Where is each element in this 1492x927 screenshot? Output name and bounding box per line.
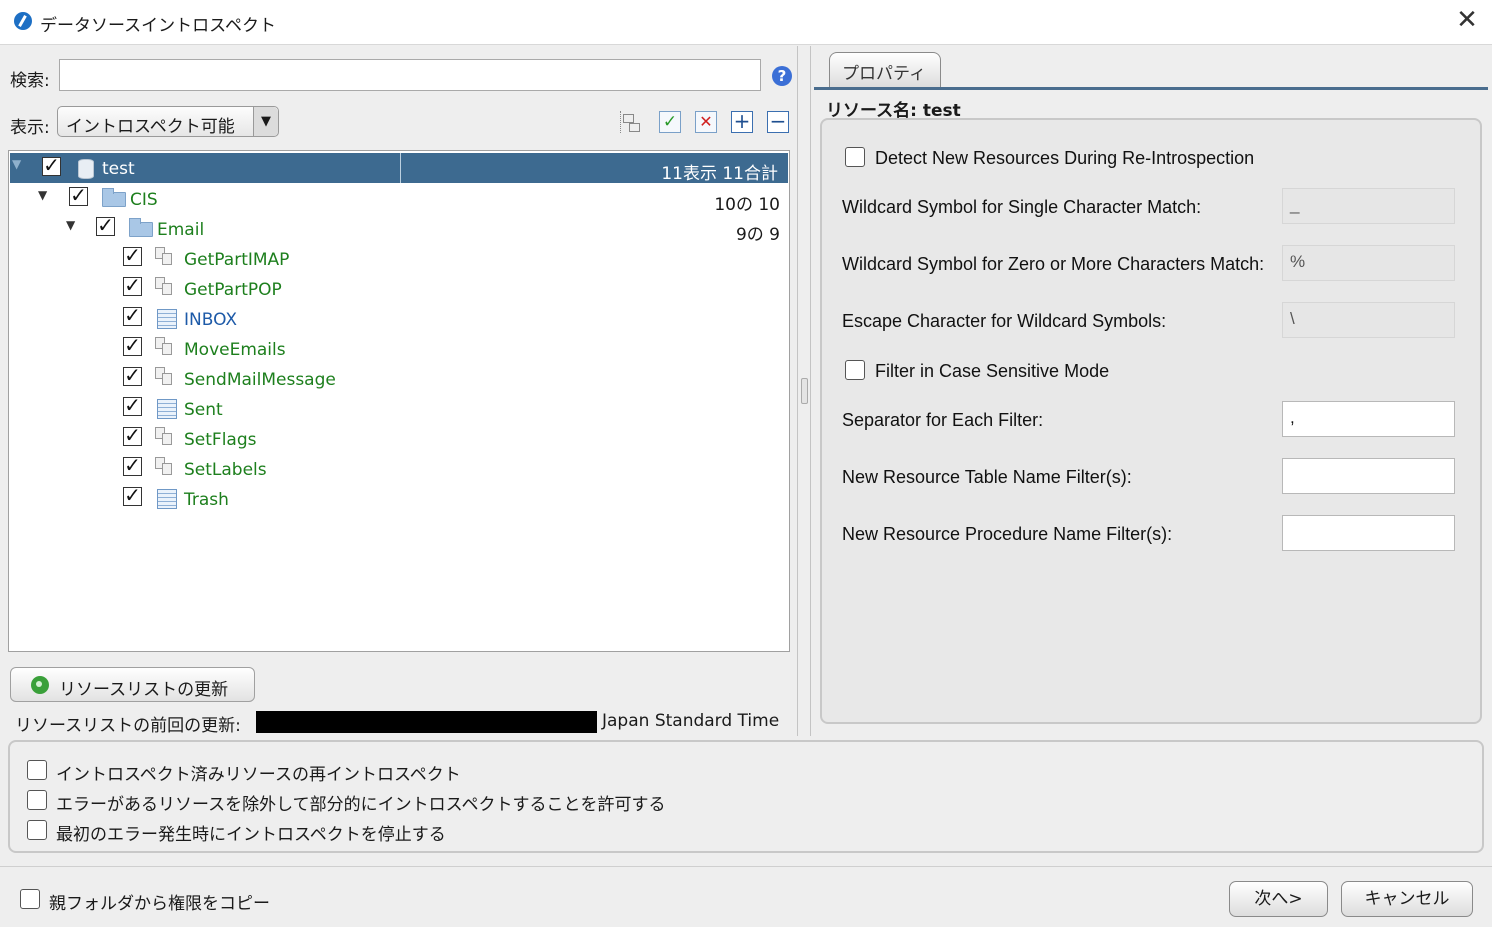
procedure-filter-label: New Resource Procedure Name Filter(s): [842, 524, 1173, 544]
divider [0, 866, 1492, 867]
tree-label-cis[interactable]: CIS [130, 190, 158, 210]
column-divider [400, 153, 401, 183]
splitter-line [797, 46, 798, 736]
tree-label-item[interactable]: Trash [184, 490, 229, 510]
folder-icon [102, 188, 126, 207]
escape-char-field: \ [1282, 302, 1455, 338]
refresh-resource-list-button[interactable]: リソースリストの更新 [10, 667, 255, 702]
tree-checkbox-item[interactable]: ✓ [123, 425, 142, 446]
wildcard-single-label: Wildcard Symbol for Single Character Mat… [842, 197, 1202, 217]
tree-label-item[interactable]: GetPartPOP [184, 280, 282, 300]
splitter-handle[interactable] [801, 378, 808, 404]
case-sensitive-label: Filter in Case Sensitive Mode [875, 361, 1110, 381]
splitter-line [810, 46, 811, 736]
procedure-icon [155, 427, 177, 449]
table-icon [157, 489, 177, 509]
table-icon [157, 309, 177, 329]
collapse-all-icon[interactable]: − [767, 111, 789, 133]
tree-checkbox-item[interactable]: ✓ [123, 485, 142, 506]
tree-structure-icon[interactable] [620, 111, 642, 133]
procedure-filter-field[interactable] [1282, 515, 1455, 551]
window-title: データソースイントロスペクト [40, 16, 276, 36]
tree-checkbox-item[interactable]: ✓ [123, 335, 142, 356]
tree-checkbox-item[interactable]: ✓ [123, 365, 142, 386]
wildcard-single-field: _ [1282, 188, 1455, 224]
escape-char-label: Escape Character for Wildcard Symbols: [842, 311, 1167, 331]
table-icon [157, 399, 177, 419]
partial-introspect-checkbox[interactable] [27, 790, 47, 810]
wildcard-multi-field: % [1282, 245, 1455, 281]
database-icon [78, 159, 94, 179]
tab-properties[interactable]: プロパティ [829, 52, 941, 88]
tree-checkbox-root[interactable]: ✓ [42, 155, 61, 176]
table-filter-field[interactable] [1282, 458, 1455, 494]
tab-underline [814, 87, 1488, 90]
case-sensitive-checkbox[interactable] [845, 360, 865, 380]
tree-label-item[interactable]: SendMailMessage [184, 370, 336, 390]
tree-checkbox-item[interactable]: ✓ [123, 455, 142, 476]
view-label: 表示: [10, 118, 50, 138]
chevron-down-icon[interactable]: ▼ [253, 107, 278, 136]
tree-checkbox-item[interactable]: ✓ [123, 245, 142, 266]
cancel-button[interactable]: キャンセル [1341, 881, 1473, 917]
next-button[interactable]: 次へ> [1229, 881, 1328, 917]
view-select-value: イントロスペクト可能 [66, 117, 235, 137]
tree-checkbox-item[interactable]: ✓ [123, 395, 142, 416]
expanded-icon[interactable]: ▼ [38, 188, 47, 202]
wildcard-multi-label: Wildcard Symbol for Zero or More Charact… [842, 254, 1265, 274]
title-bar: データソースイントロスペクト ✕ [0, 0, 1492, 45]
tree-checkbox-item[interactable]: ✓ [123, 305, 142, 326]
copy-permissions-label: 親フォルダから権限をコピー [49, 894, 270, 914]
separator-field[interactable]: , [1282, 401, 1455, 437]
procedure-icon [155, 367, 177, 389]
tree-count-root: 11表示 11合計 [661, 164, 778, 184]
last-update-label: リソースリストの前回の更新: [15, 716, 241, 736]
reintrospect-checkbox[interactable] [27, 760, 47, 780]
separator-label: Separator for Each Filter: [842, 410, 1044, 430]
close-icon[interactable]: ✕ [1455, 7, 1479, 33]
tree-label-item[interactable]: Sent [184, 400, 223, 420]
stop-on-error-label: 最初のエラー発生時にイントロスペクトを停止する [56, 825, 446, 845]
detect-new-checkbox[interactable] [845, 147, 865, 167]
search-input[interactable] [59, 59, 761, 91]
tree-label-item[interactable]: SetFlags [184, 430, 256, 450]
folder-icon [129, 218, 153, 237]
refresh-icon [31, 676, 49, 694]
tree-label-email[interactable]: Email [157, 220, 204, 240]
reintrospect-label: イントロスペクト済みリソースの再イントロスペクト [56, 765, 461, 785]
expanded-icon[interactable]: ▼ [12, 157, 21, 171]
redacted-timestamp [256, 711, 597, 733]
copy-permissions-checkbox[interactable] [20, 889, 40, 909]
expanded-icon[interactable]: ▼ [66, 218, 75, 232]
procedure-icon [155, 337, 177, 359]
tree-label-item[interactable]: SetLabels [184, 460, 267, 480]
app-icon [14, 12, 32, 30]
tree-label-item[interactable]: MoveEmails [184, 340, 286, 360]
tree-label-item[interactable]: INBOX [184, 310, 237, 330]
tree-checkbox-email[interactable]: ✓ [96, 215, 115, 236]
table-filter-label: New Resource Table Name Filter(s): [842, 467, 1132, 487]
tree-label-root: test [102, 159, 135, 179]
timezone-label: Japan Standard Time [602, 711, 780, 731]
help-icon[interactable]: ? [772, 66, 792, 86]
tree-count-cis: 10の 10 [714, 195, 780, 215]
procedure-icon [155, 247, 177, 269]
search-label: 検索: [10, 71, 50, 91]
tree-count-email: 9の 9 [735, 225, 780, 245]
view-select[interactable]: イントロスペクト可能 ▼ [57, 106, 279, 137]
partial-introspect-label: エラーがあるリソースを除外して部分的にイントロスペクトすることを許可する [56, 795, 666, 815]
check-all-icon[interactable]: ✓ [659, 111, 681, 133]
tree-checkbox-cis[interactable]: ✓ [69, 185, 88, 206]
tree-checkbox-item[interactable]: ✓ [123, 275, 142, 296]
expand-all-icon[interactable]: + [731, 111, 753, 133]
tab-properties-label: プロパティ [842, 64, 926, 84]
refresh-button-label: リソースリストの更新 [59, 680, 229, 700]
uncheck-all-icon[interactable]: ✕ [695, 111, 717, 133]
stop-on-error-checkbox[interactable] [27, 820, 47, 840]
tree-row-root[interactable]: ▼ ✓ test 11表示 11合計 [10, 153, 788, 184]
tree-label-item[interactable]: GetPartIMAP [184, 250, 289, 270]
procedure-icon [155, 277, 177, 299]
detect-new-label: Detect New Resources During Re-Introspec… [875, 148, 1255, 168]
procedure-icon [155, 457, 177, 479]
